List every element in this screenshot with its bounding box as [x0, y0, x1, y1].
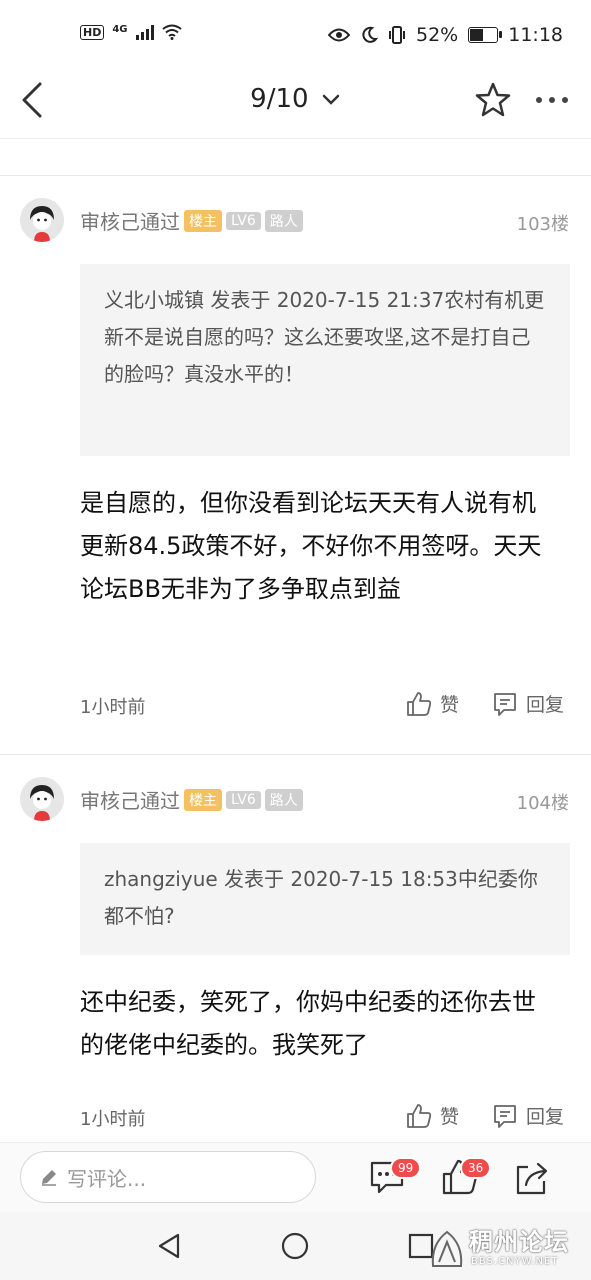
wifi-icon: [161, 24, 182, 40]
page-indicator-label: 9/10: [250, 84, 309, 114]
watermark-url: BBS.CNYW.NET: [471, 1256, 559, 1267]
thumbs-up-icon: [407, 691, 432, 716]
signal-icon: [135, 24, 154, 40]
level-badge: LV6: [226, 790, 261, 809]
floor-number: 104楼: [516, 793, 569, 814]
reply-label: 回复: [526, 1106, 565, 1128]
hd-indicator: HD: [80, 24, 105, 40]
comment-icon: [494, 1104, 516, 1128]
reply-button[interactable]: 回复: [492, 690, 564, 717]
avatar[interactable]: [20, 777, 64, 821]
title-badge: 路人: [264, 209, 303, 232]
post-author: 审核己通过 楼主 LV6 路人: [80, 206, 303, 235]
share-button[interactable]: [512, 1159, 552, 1199]
comment-bar: 写评论... 99 36: [0, 1142, 591, 1213]
nav-back-icon[interactable]: [156, 1232, 182, 1260]
title-badge: 路人: [264, 788, 303, 811]
post-content: 是自愿的，但你没看到论坛天天有人说有机更新84.5政策不好，不好你不用签呀。天天…: [80, 489, 542, 603]
battery-percent: 52%: [416, 24, 459, 46]
share-icon: [516, 1162, 548, 1195]
reply-button[interactable]: 回复: [492, 1102, 564, 1129]
status-bar: HD 4G 52% 11:18: [0, 0, 591, 72]
quote-block: 义北小城镇 发表于 2020-7-15 21:37农村有机更新不是说自愿的吗？这…: [80, 264, 570, 456]
more-icon[interactable]: [527, 82, 577, 118]
comment-input[interactable]: 写评论...: [20, 1151, 316, 1203]
likes-count-badge: 36: [460, 1157, 492, 1179]
post-time: 1小时前: [80, 697, 146, 718]
comments-count-badge: 99: [390, 1157, 422, 1179]
like-label: 赞: [440, 1106, 460, 1128]
like-label: 赞: [440, 694, 460, 716]
status-left: HD 4G: [80, 24, 182, 40]
top-nav: 9/10: [0, 72, 591, 139]
username[interactable]: 审核己通过: [80, 785, 180, 814]
watermark: 稠州论坛 BBS.CNYW.NET: [427, 1220, 587, 1276]
post-104: 审核己通过 楼主 LV6 路人 104楼 zhangziyue 发表于 2020…: [0, 755, 591, 1142]
battery-icon: [468, 27, 503, 43]
comment-icon: [494, 692, 516, 716]
status-right: 52% 11:18: [328, 24, 563, 46]
owner-badge: 楼主: [184, 209, 222, 232]
network-type: 4G: [112, 24, 128, 35]
quote-block: zhangziyue 发表于 2020-7-15 18:53中纪委你都不怕?: [80, 843, 570, 955]
moon-icon: [362, 26, 378, 43]
post-content: 还中纪委，笑死了，你妈中纪委的还你去世的佬佬中纪委的。我笑死了: [80, 988, 536, 1059]
reply-label: 回复: [526, 694, 565, 716]
owner-badge: 楼主: [184, 788, 222, 811]
username[interactable]: 审核己通过: [80, 206, 180, 235]
star-icon[interactable]: [473, 80, 513, 120]
post-author: 审核己通过 楼主 LV6 路人: [80, 785, 303, 814]
clock: 11:18: [508, 24, 563, 46]
comment-placeholder: 写评论...: [67, 1166, 147, 1191]
chevron-down-icon: [322, 94, 340, 105]
nav-home-icon[interactable]: [281, 1232, 309, 1260]
level-badge: LV6: [226, 211, 261, 230]
pencil-icon: [42, 1170, 56, 1186]
vibrate-icon: [389, 26, 405, 44]
eye-icon: [328, 28, 350, 42]
post-time: 1小时前: [80, 1109, 146, 1130]
like-button[interactable]: 赞: [406, 1102, 459, 1129]
post-103: 审核己通过 楼主 LV6 路人 103楼 义北小城镇 发表于 2020-7-15…: [0, 176, 591, 754]
watermark-logo-icon: [431, 1230, 463, 1267]
thumbs-up-icon: [407, 1103, 432, 1128]
avatar[interactable]: [20, 198, 64, 242]
floor-number: 103楼: [516, 214, 569, 235]
watermark-title: 稠州论坛: [469, 1228, 569, 1256]
like-button[interactable]: 赞: [406, 690, 459, 717]
